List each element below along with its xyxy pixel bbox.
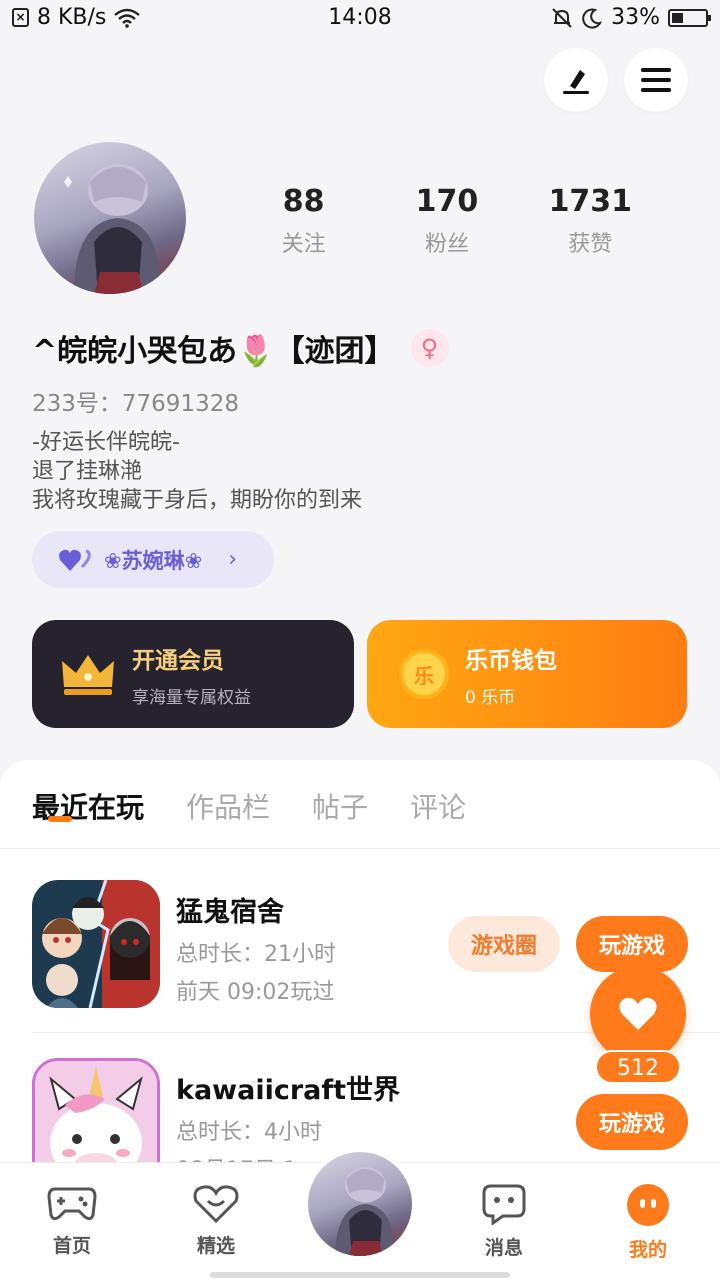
profile-stats: 88 关注 170 粉丝 1731 获赞 [232,182,662,258]
stat-fans[interactable]: 170 粉丝 [375,182,518,258]
game-duration: 总时长：4小时 [176,1120,322,1145]
wallet-title: 乐币钱包 [465,647,557,674]
tab-comments[interactable]: 评论 [410,786,466,826]
tab-posts[interactable]: 帖子 [312,786,368,826]
edit-button[interactable] [544,48,608,112]
chevron-right-icon: › [228,547,238,572]
profile-face-icon [627,1184,669,1226]
nav-label: 精选 [196,1235,235,1257]
tab-works[interactable]: 作品栏 [186,786,270,826]
battery-icon [668,8,711,27]
stat-likes[interactable]: 1731 获赞 [519,182,662,258]
menu-button[interactable] [624,48,688,112]
gamepad-icon [47,1187,97,1221]
like-button[interactable] [590,966,686,1062]
bio-line: -好运长伴皖皖- [32,430,180,455]
cp-tag-button[interactable]: ❀苏婉琳❀ › [32,531,274,588]
bell-muted-icon [552,7,572,28]
vip-title: 开通会员 [132,647,224,674]
nav-featured[interactable]: 精选 [166,1183,266,1258]
stat-following[interactable]: 88 关注 [232,182,375,258]
crown-icon [62,655,114,695]
vip-subtitle: 享海量专属权益 [132,687,251,708]
play-game-button[interactable]: 玩游戏 [576,1094,688,1150]
wallet-card[interactable]: 乐 乐币钱包 0 乐币 [367,620,687,728]
moon-icon [582,8,603,29]
like-count: 512 [595,1050,681,1084]
tag-label: ❀苏婉琳❀ [104,548,203,573]
user-id: 233号：77691328 [32,391,239,417]
profile-tabs: 最近在玩 作品栏 帖子 评论 [32,786,466,826]
nav-messages[interactable]: 消息 [454,1183,554,1260]
nav-home[interactable]: 首页 [22,1183,122,1258]
heart-bag-icon [193,1185,239,1224]
avatar-illustration [64,164,161,294]
chat-icon [482,1184,526,1226]
menu-icon [641,68,671,92]
nav-label: 消息 [484,1237,523,1259]
stat-value: 1731 [548,184,633,219]
battery-fill [672,12,683,23]
divider [0,848,720,849]
stat-label: 关注 [281,232,326,257]
wallet-balance: 0 乐币 [465,687,516,708]
nav-center-avatar[interactable] [304,1148,416,1260]
bio: -好运长伴皖皖- 退了挂琳滟 我将玫瑰藏于身后，期盼你的到来 [32,428,362,515]
nickname-row: ^皖皖小哭包あ🌷【迹团】 ♀ [32,326,449,370]
play-game-button[interactable]: 玩游戏 [576,916,688,972]
game-last-played: 前天 09:02玩过 [176,980,335,1005]
stat-value: 88 [282,184,325,219]
pencil-icon [563,70,589,94]
nav-label: 首页 [52,1235,91,1257]
heart-icon [619,997,657,1030]
nickname: ^皖皖小哭包あ🌷【迹团】 [32,334,395,369]
tab-indicator [48,816,72,822]
bio-line: 退了挂琳滟 [32,459,143,484]
double-heart-icon [59,549,91,571]
vip-card[interactable]: 开通会员 享海量专属权益 [32,620,354,728]
stat-value: 170 [415,184,479,219]
home-indicator [210,1272,510,1278]
game-name: kawaiicraft世界 [176,1075,401,1106]
game-circle-button[interactable]: 游戏圈 [448,916,560,972]
game-duration: 总时长：21小时 [176,942,336,967]
status-bar: × 8 KB/s 14:08 33% [0,0,720,38]
coin-icon: 乐 [399,649,449,699]
game-item[interactable]: 猛鬼宿舍 总时长：21小时 前天 09:02玩过 游戏圈 玩游戏 [32,880,688,1010]
nav-label: 我的 [628,1239,667,1261]
stat-label: 粉丝 [424,232,469,257]
battery-percent: 33% [611,5,660,30]
game-name: 猛鬼宿舍 [176,897,284,928]
avatar-illustration [335,1167,395,1256]
nav-me[interactable]: 我的 [598,1183,698,1262]
game-icon [32,880,160,1008]
female-icon: ♀ [410,329,449,367]
avatar[interactable] [34,142,186,294]
stat-label: 获赞 [568,232,613,257]
bio-line: 我将玫瑰藏于身后，期盼你的到来 [32,488,363,513]
